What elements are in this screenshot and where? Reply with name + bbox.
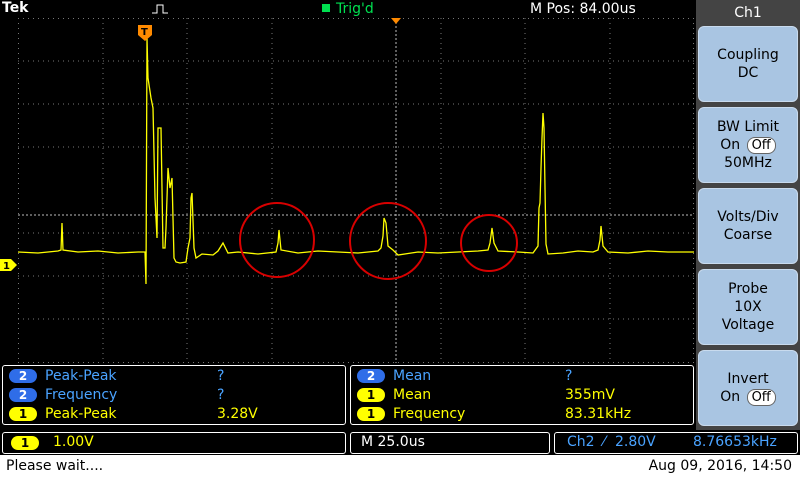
channel-chip: 2 [9,388,37,402]
invert-button[interactable]: Invert On Off [698,350,798,426]
measurement-value: ? [217,368,225,384]
trigger-level: 2.80V [615,434,656,450]
trigger-status-indicator-icon [322,4,330,12]
trigger-pulse-icon [152,4,168,14]
channel-chip: 2 [9,369,37,383]
measurement-name: Mean [393,368,432,384]
trigger-status-text: Trig'd [336,1,374,17]
channel-chip: 1 [9,407,37,421]
timebase-value: M 25.0us [361,434,425,450]
channel-chip: 1 [357,388,385,402]
horizontal-position-readout: M Pos: 84.00us [530,1,636,17]
volts-div-button[interactable]: Volts/Div Coarse [698,188,798,264]
trigger-readout[interactable]: Ch2 ⁄ 2.80V 8.76653kHz [554,432,798,454]
measurement-name: Mean [393,387,432,403]
measurements-panel-right: 2 Mean ? 1 Mean 355mV 1 Frequency 83.31k… [350,365,694,425]
measurement-row: 2 Mean ? [357,368,687,386]
ch1-scale-readout[interactable]: 1 1.00V [2,432,346,454]
channel-chip: 1 [11,436,39,450]
invert-label: Invert [727,371,769,387]
probe-label: Probe [728,281,768,297]
probe-type: Voltage [721,317,775,333]
channel-chip: 2 [357,369,385,383]
measurement-row: 1 Frequency 83.31kHz [357,406,687,424]
volts-div-label: Volts/Div [717,209,779,225]
bw-limit-button[interactable]: BW Limit On Off 50MHz [698,107,798,183]
trigger-status: Trig'd [322,1,374,17]
side-menu-title: Ch1 [734,5,762,21]
trigger-frequency: 8.76653kHz [693,434,777,450]
probe-attenuation: 10X [734,299,762,315]
coupling-value: DC [737,65,759,81]
status-message: Please wait.... [6,458,104,474]
date-time: Aug 09, 2016, 14:50 [648,458,792,474]
channel-chip: 1 [357,407,385,421]
top-status-bar: Tek Trig'd M Pos: 84.00us [0,0,694,18]
measurement-name: Frequency [45,387,118,403]
measurement-row: 1 Peak-Peak 3.28V [9,406,339,424]
measurement-value: 83.31kHz [565,406,632,422]
svg-text:1: 1 [3,261,10,271]
trigger-source: Ch2 [567,434,595,450]
bw-limit-on-option: On [720,137,741,153]
svg-text:T: T [141,27,148,38]
bw-limit-value: 50MHz [724,155,772,171]
measurement-name: Peak-Peak [45,406,117,422]
coupling-label: Coupling [717,47,779,63]
measurement-value: ? [217,387,225,403]
bw-limit-label: BW Limit [716,119,780,135]
measurement-value: ? [565,368,573,384]
measurement-value: 3.28V [217,406,258,422]
timebase-readout[interactable]: M 25.0us [350,432,550,454]
coupling-button[interactable]: Coupling DC [698,26,798,102]
trigger-time-marker-icon[interactable]: T [138,25,152,41]
measurement-name: Frequency [393,406,466,422]
trigger-slope-icon: ⁄ [603,434,606,450]
ch1-ground-marker-icon[interactable]: 1 [0,259,17,271]
invert-on-option: On [720,389,741,405]
measurement-name: Peak-Peak [45,368,117,384]
message-bar: Please wait.... Aug 09, 2016, 14:50 [0,455,800,480]
measurement-row: 2 Peak-Peak ? [9,368,339,386]
brand-logo: Tek [2,0,29,16]
waveform-display [18,18,694,363]
probe-button[interactable]: Probe 10X Voltage [698,269,798,345]
measurement-value: 355mV [565,387,615,403]
measurements-panel-left: 2 Peak-Peak ? 2 Frequency ? 1 Peak-Peak … [2,365,346,425]
ch1-volts-per-div: 1.00V [53,434,94,450]
invert-off-option: Off [746,389,776,406]
volts-div-value: Coarse [723,227,773,243]
ch1-side-menu: Ch1 Coupling DC BW Limit On Off 50MHz Vo… [696,0,800,430]
measurement-row: 1 Mean 355mV [357,387,687,405]
bw-limit-off-option: Off [746,137,776,154]
measurement-row: 2 Frequency ? [9,387,339,405]
